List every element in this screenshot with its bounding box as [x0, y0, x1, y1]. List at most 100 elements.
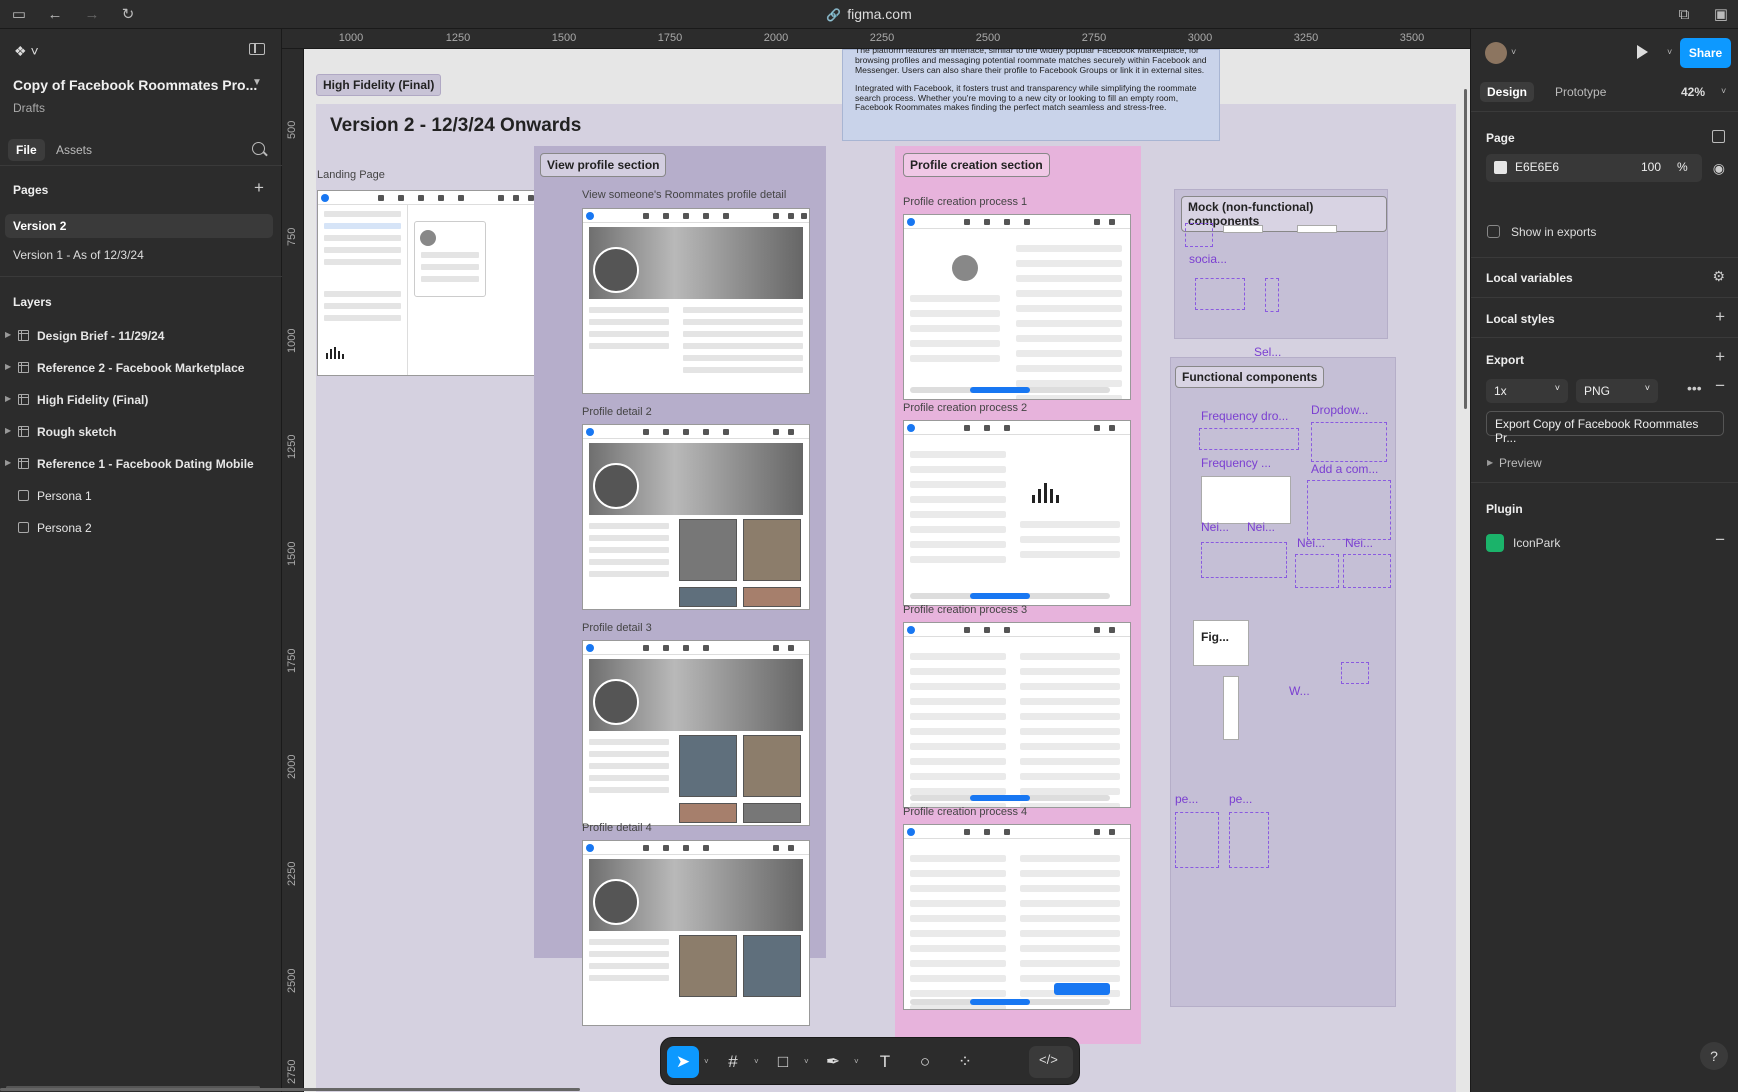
section-label[interactable]: Functional components — [1175, 366, 1325, 388]
section-label[interactable]: View profile section — [540, 153, 667, 177]
variables-settings-icon[interactable]: ⚙ — [1712, 268, 1725, 285]
component-tag[interactable]: Fig... — [1201, 630, 1229, 644]
page-item-version-1[interactable]: Version 1 - As of 12/3/24 — [5, 243, 273, 267]
layer-item[interactable]: ▶ High Fidelity (Final) — [0, 388, 282, 412]
caret-right-icon[interactable]: ▶ — [5, 362, 11, 371]
component-tag[interactable]: Frequency ... — [1201, 456, 1271, 470]
caret-right-icon[interactable]: ▶ — [5, 394, 11, 403]
page-style-icon[interactable] — [1712, 130, 1725, 143]
extensions-icon[interactable]: ⧉ — [1673, 4, 1695, 26]
search-icon[interactable] — [252, 142, 265, 155]
chevron-down-icon[interactable]: ˅ — [1667, 47, 1672, 57]
profile-creation-screen-4[interactable] — [903, 824, 1131, 1010]
pen-tool-icon[interactable]: ✒ — [817, 1046, 849, 1078]
color-swatch[interactable] — [1494, 161, 1507, 175]
profile-detail-screen-2[interactable] — [582, 424, 810, 610]
chevron-down-icon[interactable]: ˅ — [754, 1057, 759, 1066]
avatar[interactable] — [1485, 42, 1507, 64]
help-button[interactable]: ? — [1700, 1042, 1728, 1070]
profile-creation-screen-2[interactable] — [903, 420, 1131, 606]
layer-item[interactable]: ▶ Reference 2 - Facebook Marketplace — [0, 356, 282, 380]
mock-components-frame[interactable]: Mock (non-functional) components socia..… — [1174, 189, 1388, 339]
text-tool-icon[interactable]: T — [869, 1046, 901, 1078]
component-tag[interactable]: pe... — [1175, 792, 1198, 806]
zoom-level[interactable]: 42% — [1681, 85, 1705, 99]
tab-prototype[interactable]: Prototype — [1548, 82, 1613, 102]
chevron-down-icon[interactable]: ˅ — [704, 1057, 709, 1066]
component-tag[interactable]: pe... — [1229, 792, 1252, 806]
page-item-version-2[interactable]: Version 2 — [5, 214, 273, 238]
component-tag[interactable]: Nei... — [1297, 536, 1325, 550]
tab-file[interactable]: File — [8, 139, 45, 161]
export-button[interactable]: Export Copy of Facebook Roommates Pr... — [1486, 411, 1724, 445]
address-bar[interactable]: 🔗 figma.com — [0, 6, 1738, 22]
component-tag[interactable]: W... — [1289, 684, 1310, 698]
view-profile-section[interactable]: View profile section View someone's Room… — [534, 146, 826, 1026]
functional-components-frame[interactable]: Functional components Frequency dro... D… — [1170, 357, 1396, 1007]
frame-tool-icon[interactable]: # — [717, 1046, 749, 1078]
section-label[interactable]: Profile creation section — [903, 153, 1050, 177]
page-color-field[interactable]: E6E6E6 100 % — [1486, 154, 1702, 182]
canvas[interactable]: High Fidelity (Final) The platform featu… — [304, 49, 1470, 1092]
caret-right-icon[interactable]: ▶ — [5, 458, 11, 467]
profile-creation-screen-1[interactable] — [903, 214, 1131, 400]
present-play-icon[interactable] — [1637, 45, 1648, 59]
canvas-horizontal-scrollbar[interactable] — [0, 1088, 580, 1091]
component-tag[interactable]: Frequency dro... — [1201, 409, 1288, 423]
component-tag[interactable]: Nei... — [1247, 520, 1275, 534]
caret-right-icon[interactable]: ▶ — [5, 330, 11, 339]
figma-menu-icon[interactable]: ❖ ˅ — [14, 43, 39, 60]
show-in-exports-checkbox[interactable] — [1487, 225, 1500, 238]
tab-assets[interactable]: Assets — [48, 139, 100, 161]
profile-detail-screen-3[interactable] — [582, 640, 810, 826]
add-style-icon[interactable]: + — [1715, 307, 1725, 327]
export-format-select[interactable]: PNG ˅ — [1576, 379, 1658, 403]
chevron-down-icon[interactable]: ˅ — [804, 1057, 809, 1066]
profile-creation-section[interactable]: Profile creation section Profile creatio… — [895, 146, 1141, 1044]
more-options-icon[interactable]: ••• — [1687, 380, 1702, 396]
page-opacity-value[interactable]: 100 — [1641, 160, 1661, 174]
frame-name-label[interactable]: High Fidelity (Final) — [316, 74, 442, 96]
component-tag[interactable]: Nei... — [1345, 536, 1373, 550]
local-variables-label[interactable]: Local variables — [1486, 271, 1573, 285]
tab-design[interactable]: Design — [1480, 82, 1535, 102]
landing-page-screen[interactable] — [317, 190, 543, 376]
preview-toggle[interactable]: Preview — [1499, 456, 1542, 470]
chevron-down-icon[interactable]: ˅ — [1721, 86, 1726, 96]
caret-right-icon[interactable]: ▶ — [1487, 458, 1493, 467]
collapse-panel-icon[interactable] — [249, 43, 265, 55]
comment-tool-icon[interactable]: ○ — [909, 1046, 941, 1078]
file-title[interactable]: Copy of Facebook Roommates Pro... — [13, 77, 257, 93]
rectangle-tool-icon[interactable]: □ — [767, 1046, 799, 1078]
caret-right-icon[interactable]: ▶ — [5, 426, 11, 435]
component-tag[interactable]: Add a com... — [1311, 462, 1378, 476]
add-page-icon[interactable]: + — [254, 178, 264, 198]
profile-detail-screen-1[interactable] — [582, 208, 810, 394]
dev-mode-toggle[interactable]: </> — [1029, 1046, 1073, 1078]
component-tag[interactable]: Nei... — [1201, 520, 1229, 534]
chevron-down-icon[interactable]: ▼ — [252, 77, 262, 88]
actions-tool-icon[interactable]: ⁘ — [949, 1046, 981, 1078]
profile-detail-screen-4[interactable] — [582, 840, 810, 1026]
chevron-down-icon[interactable]: ˅ — [1511, 47, 1516, 57]
profile-creation-screen-3[interactable] — [903, 622, 1131, 808]
iconpark-plugin-icon[interactable] — [1486, 534, 1504, 552]
vertical-scrollbar[interactable] — [1464, 89, 1467, 409]
component-tag[interactable]: socia... — [1189, 252, 1227, 266]
layer-item[interactable]: Persona 2 — [0, 516, 282, 540]
share-button[interactable]: Share — [1680, 38, 1731, 68]
remove-export-icon[interactable]: − — [1715, 376, 1725, 396]
window-tile-icon[interactable]: ▣ — [1710, 4, 1732, 26]
export-scale-select[interactable]: 1x ˅ — [1486, 379, 1568, 403]
layer-item[interactable]: Persona 1 — [0, 484, 282, 508]
local-styles-label[interactable]: Local styles — [1486, 312, 1555, 326]
add-export-icon[interactable]: + — [1715, 347, 1725, 367]
eye-icon[interactable]: ◉ — [1713, 160, 1725, 177]
file-location[interactable]: Drafts — [13, 101, 45, 115]
chevron-down-icon[interactable]: ˅ — [854, 1057, 859, 1066]
move-tool-icon[interactable]: ➤ — [667, 1046, 699, 1078]
layer-item[interactable]: ▶ Design Brief - 11/29/24 — [0, 324, 282, 348]
page-color-value[interactable]: E6E6E6 — [1515, 160, 1559, 174]
layer-item[interactable]: ▶ Rough sketch — [0, 420, 282, 444]
component-tag[interactable]: Dropdow... — [1311, 403, 1368, 417]
